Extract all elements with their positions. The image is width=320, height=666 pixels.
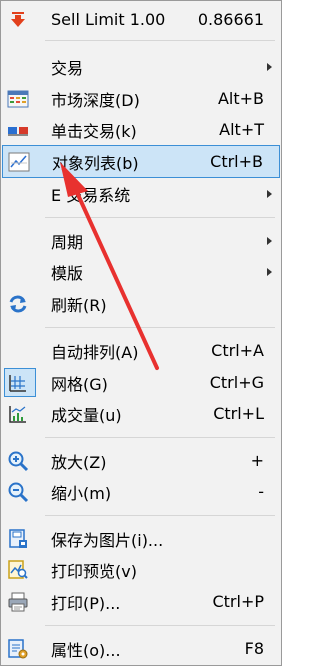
save-picture-icon (6, 527, 30, 551)
menu-item-shortcut: Ctrl+L (213, 404, 264, 423)
refresh-icon (6, 292, 30, 316)
zoom-out-icon (6, 480, 30, 504)
menu-item-shortcut: + (250, 451, 264, 470)
menu-item-period[interactable]: 周期 (1, 225, 281, 256)
menu-item-label: 刷新(R) (51, 295, 107, 315)
chart-context-menu: Sell Limit 1.00 0.86661 交易 市场深度(D) Alt+B (0, 0, 282, 666)
menu-item-label: 周期 (51, 232, 84, 252)
zoom-in-icon (6, 449, 30, 473)
menu-item-print-preview[interactable]: 打印预览(v) (1, 554, 281, 585)
menu-item-label: 单击交易(k) (51, 121, 137, 141)
grid-icon (6, 371, 30, 395)
menu-item-shortcut: - (258, 482, 264, 501)
menu-item-trading-system[interactable]: E 交易系统 (1, 178, 281, 209)
menu-separator (45, 437, 275, 438)
menu-item-template[interactable]: 模版 (1, 256, 281, 287)
menu-item-label: 保存为图片(i)... (51, 530, 164, 550)
menu-item-zoom-out[interactable]: 缩小(m) - (1, 476, 281, 507)
menu-item-shortcut: Ctrl+P (212, 592, 264, 611)
menu-item-label: 市场深度(D) (51, 90, 140, 110)
menu-item-market-depth[interactable]: 市场深度(D) Alt+B (1, 83, 281, 114)
menu-item-properties[interactable]: 属性(o)... F8 (1, 633, 281, 664)
menu-item-label: 网格(G) (51, 374, 108, 394)
menu-item-save-as-picture[interactable]: 保存为图片(i)... (1, 523, 281, 554)
menu-item-label: 打印(P)... (51, 593, 121, 613)
submenu-arrow-icon (267, 190, 272, 198)
menu-item-label: 对象列表(b) (52, 153, 139, 173)
menu-item-print[interactable]: 打印(P)... Ctrl+P (1, 586, 281, 617)
volume-icon (6, 402, 30, 426)
menu-item-volume[interactable]: 成交量(u) Ctrl+L (1, 398, 281, 429)
menu-item-zoom-in[interactable]: 放大(Z) + (1, 445, 281, 476)
menu-item-label: 打印预览(v) (51, 561, 137, 581)
menu-item-shortcut: Ctrl+G (209, 373, 264, 392)
menu-item-label: E 交易系统 (51, 185, 131, 205)
menu-item-label: 缩小(m) (51, 483, 112, 503)
menu-item-trading[interactable]: 交易 (1, 51, 281, 82)
menu-item-label: 放大(Z) (51, 452, 107, 472)
menu-item-shortcut: Alt+T (219, 120, 264, 139)
submenu-arrow-icon (267, 63, 272, 71)
printer-icon (6, 590, 30, 614)
menu-separator (45, 515, 275, 516)
object-list-icon (7, 150, 31, 174)
menu-item-price: 0.86661 (197, 10, 264, 29)
menu-item-shortcut: Ctrl+B (210, 152, 263, 171)
menu-item-label: 属性(o)... (51, 640, 121, 660)
menu-separator (45, 625, 275, 626)
menu-item-object-list[interactable]: 对象列表(b) Ctrl+B (2, 145, 280, 178)
menu-separator (45, 327, 275, 328)
menu-separator (45, 217, 275, 218)
menu-item-label: Sell Limit 1.00 (51, 10, 166, 29)
menu-item-shortcut: Alt+B (217, 89, 264, 108)
print-preview-icon (6, 558, 30, 582)
menu-item-label: 模版 (51, 263, 84, 283)
submenu-arrow-icon (267, 237, 272, 245)
menu-separator (45, 40, 275, 41)
menu-item-one-click-trading[interactable]: 单击交易(k) Alt+T (1, 114, 281, 145)
menu-item-refresh[interactable]: 刷新(R) (1, 288, 281, 319)
submenu-arrow-icon (267, 268, 272, 276)
menu-item-label: 成交量(u) (51, 405, 122, 425)
menu-item-shortcut: F8 (244, 639, 264, 658)
properties-icon (6, 637, 30, 661)
menu-item-label: 交易 (51, 58, 84, 78)
sell-arrow-icon (6, 8, 30, 32)
menu-item-label: 自动排列(A) (51, 342, 139, 362)
market-depth-icon (6, 87, 30, 111)
menu-item-grid[interactable]: 网格(G) Ctrl+G (1, 367, 281, 398)
menu-item-shortcut: Ctrl+A (211, 341, 264, 360)
one-click-trading-icon (6, 118, 30, 142)
menu-item-sell-limit[interactable]: Sell Limit 1.00 0.86661 (1, 4, 281, 35)
menu-item-auto-arrange[interactable]: 自动排列(A) Ctrl+A (1, 335, 281, 366)
